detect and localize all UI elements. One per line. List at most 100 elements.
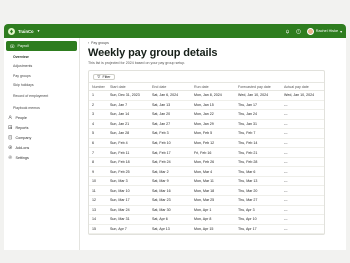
table-header-row: Number Start date End date Run date Fore…	[89, 82, 324, 91]
column-header-forecasted-pay-date: Forecasted pay date	[235, 82, 281, 91]
cell-forecasted-pay-date: Thu, Feb 21	[235, 147, 281, 158]
table-row: 3 Sun, Jan 14 Sat, Jan 20 Mon, Jan 22 Thu, J…	[89, 109, 324, 120]
cell-actual-pay-date: ---	[281, 128, 324, 139]
cell-number: 2	[89, 100, 107, 111]
cell-forecasted-pay-date: Thu, Feb 14	[235, 138, 281, 149]
cell-end-date: Sat, Jan 6, 2024	[149, 90, 191, 101]
cell-start-date: Sun, Mar 3	[107, 176, 149, 187]
cell-number: 4	[89, 119, 107, 130]
sidebar-item-label: Settings	[15, 155, 29, 160]
sidebar-subitem-skip-holidays[interactable]: Skip holidays	[4, 81, 79, 91]
table-row: 9 Sun, Feb 25 Sat, Mar 2 Mon, Mar 4 Thu, Mar…	[89, 166, 324, 177]
cell-forecasted-pay-date: Thu, Mar 20	[235, 185, 281, 196]
cell-run-date: Mon, Apr 15	[191, 224, 235, 235]
table-row: 14 Sun, Mar 31 Sat, Apr 6 Mon, Apr 8 Thu, Ap…	[89, 214, 324, 225]
cell-run-date: Mon, Jan 22	[191, 109, 235, 120]
cell-end-date: Sat, Feb 10	[149, 138, 191, 149]
cell-number: 7	[89, 147, 107, 158]
cell-run-date: Fri, Feb 16	[191, 147, 235, 158]
company-switcher[interactable]: TrainCo ▾	[8, 27, 39, 35]
column-header-end-date: End date	[149, 82, 191, 91]
chevron-left-icon: ‹	[88, 41, 90, 45]
sidebar-subitem-pay-groups[interactable]: Pay groups	[4, 71, 79, 81]
sidebar-item-add-ons[interactable]: Add-ons	[4, 143, 79, 153]
cell-actual-pay-date: ---	[281, 185, 324, 196]
sidebar-item-settings[interactable]: Settings	[4, 153, 79, 163]
cell-forecasted-pay-date: Thu, Apr 17	[235, 224, 281, 235]
cell-start-date: Sun, Mar 10	[107, 185, 149, 196]
sidebar-item-payroll[interactable]: Payroll	[6, 41, 77, 51]
sidebar: Payroll Overview Adjustments Pay groups …	[4, 38, 80, 250]
cell-run-date: Mon, Feb 26	[191, 157, 235, 168]
cell-start-date: Sun, Mar 24	[107, 205, 149, 216]
sidebar-item-label: Add-ons	[15, 145, 30, 150]
cell-run-date: Mon, Mar 25	[191, 195, 235, 206]
table-row: 8 Sun, Feb 18 Sat, Feb 24 Mon, Feb 26 Thu, F…	[89, 157, 324, 168]
cell-end-date: Sat, Mar 30	[149, 205, 191, 216]
pay-periods-table: Number Start date End date Run date Fore…	[89, 82, 324, 235]
cell-end-date: Sat, Mar 2	[149, 166, 191, 177]
cell-number: 12	[89, 195, 107, 206]
cell-actual-pay-date: ---	[281, 119, 324, 130]
cell-start-date: Sun, Feb 18	[107, 157, 149, 168]
cell-actual-pay-date: ---	[281, 109, 324, 120]
page-title: Weekly pay group details	[88, 47, 218, 59]
table-body: 1 Sun, Dec 31, 2023 Sat, Jan 6, 2024 Mon, J…	[89, 90, 324, 235]
cell-run-date: Mon, Jan 8, 2024	[191, 90, 235, 101]
column-header-start-date: Start date	[107, 82, 149, 91]
cell-number: 6	[89, 138, 107, 149]
cell-end-date: Sat, Mar 16	[149, 185, 191, 196]
cell-start-date: Sun, Feb 4	[107, 138, 149, 149]
cell-number: 1	[89, 90, 107, 101]
cell-number: 3	[89, 109, 107, 120]
table-row: 10 Sun, Mar 3 Sat, Mar 9 Mon, Mar 11 Thu, Ma…	[89, 176, 324, 187]
cell-forecasted-pay-date: Thu, Apr 3	[235, 205, 281, 216]
filter-icon	[97, 75, 101, 78]
cell-forecasted-pay-date: Thu, Feb 28	[235, 157, 281, 168]
cell-number: 13	[89, 205, 107, 216]
cell-number: 11	[89, 185, 107, 196]
cell-end-date: Sat, Feb 3	[149, 128, 191, 139]
cell-start-date: Sun, Jan 14	[107, 109, 149, 120]
table-row: 2 Sun, Jan 7 Sat, Jan 13 Mon, Jan 15 Thu, Ja…	[89, 100, 324, 111]
sidebar-item-people[interactable]: People	[4, 113, 79, 123]
cell-run-date: Mon, Mar 11	[191, 176, 235, 187]
cell-start-date: Sun, Mar 17	[107, 195, 149, 206]
sidebar-item-reports[interactable]: Reports	[4, 123, 79, 133]
top-bar: TrainCo ▾ ? Rachel Hiske ▾	[4, 24, 346, 38]
cell-actual-pay-date: ---	[281, 195, 324, 206]
cell-start-date: Sun, Feb 25	[107, 166, 149, 177]
table-row: 6 Sun, Feb 4 Sat, Feb 10 Mon, Feb 12 Thu, Fe…	[89, 138, 324, 149]
table-row: 12 Sun, Mar 17 Sat, Mar 23 Mon, Mar 25 Thu, …	[89, 195, 324, 206]
sidebar-subitem-record-of-employment[interactable]: Record of employment	[4, 90, 79, 103]
breadcrumb[interactable]: ‹ Pay groups	[88, 40, 338, 46]
cell-start-date: Sun, Jan 28	[107, 128, 149, 139]
breadcrumb-link[interactable]: Pay groups	[91, 41, 109, 45]
filter-label: Filter	[102, 74, 111, 79]
cell-end-date: Sat, Mar 23	[149, 195, 191, 206]
table-row: 4 Sun, Jan 21 Sat, Jan 27 Mon, Jan 29 Thu, J…	[89, 119, 324, 130]
main-content: ‹ Pay groups Weekly pay group details Th…	[80, 38, 346, 250]
notifications-bell-icon[interactable]	[285, 29, 290, 34]
table-row: 5 Sun, Jan 28 Sat, Feb 3 Mon, Feb 5 Thu, Feb…	[89, 128, 324, 139]
cell-start-date: Sun, Jan 7	[107, 100, 149, 111]
help-icon[interactable]: ?	[295, 28, 301, 34]
sidebar-subitem-playbook-memos[interactable]: Playbook memos	[4, 103, 79, 113]
cell-end-date: Sat, Feb 24	[149, 157, 191, 168]
sidebar-item-label: Company	[15, 135, 32, 140]
sidebar-subitem-adjustments[interactable]: Adjustments	[4, 62, 79, 72]
sidebar-item-company[interactable]: Company	[4, 133, 79, 143]
cell-number: 10	[89, 176, 107, 187]
chevron-down-icon: ▾	[340, 29, 342, 34]
cell-run-date: Mon, Apr 1	[191, 205, 235, 216]
sidebar-subitem-overview[interactable]: Overview	[4, 52, 79, 62]
settings-icon	[8, 155, 13, 160]
cell-actual-pay-date: ---	[281, 147, 324, 158]
user-menu[interactable]: Rachel Hiske ▾	[306, 27, 342, 35]
page-subtitle: This list is projected for 2024 based on…	[88, 61, 186, 65]
cell-forecasted-pay-date: Thu, Jan 31	[235, 119, 281, 130]
company-icon	[8, 135, 12, 140]
cell-start-date: Sun, Jan 21	[107, 119, 149, 130]
filter-button[interactable]: Filter	[93, 73, 115, 80]
cell-actual-pay-date: ---	[281, 138, 324, 149]
